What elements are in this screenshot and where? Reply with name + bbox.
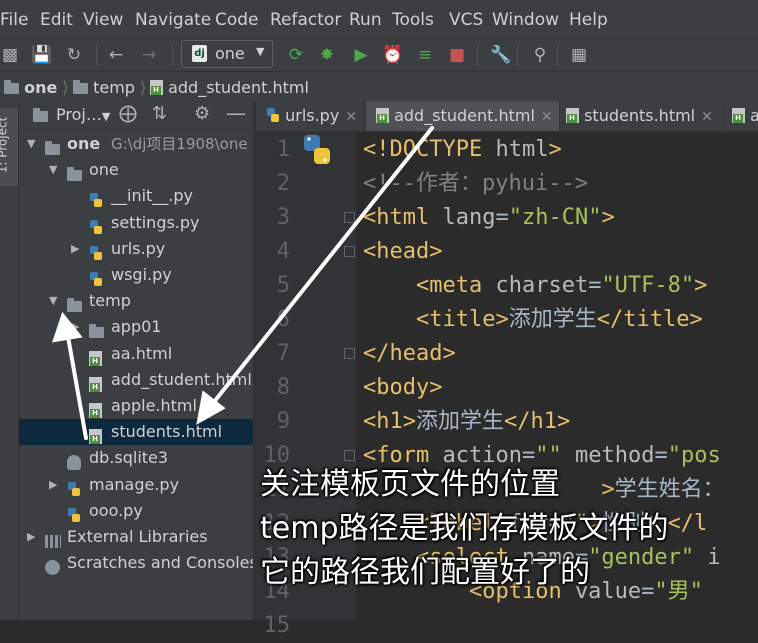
arrow-to-students-html — [208, 126, 434, 409]
arrow-to-temp-folder — [65, 329, 88, 440]
arrowhead-icon — [52, 311, 83, 343]
annotation-caption-line: 关注模板页文件的位置 — [260, 467, 560, 502]
annotation-caption-line: temp路径是我们存模板文件的 — [260, 511, 669, 546]
annotation-caption-line: 它的路径我们配置好了的 — [260, 555, 590, 590]
